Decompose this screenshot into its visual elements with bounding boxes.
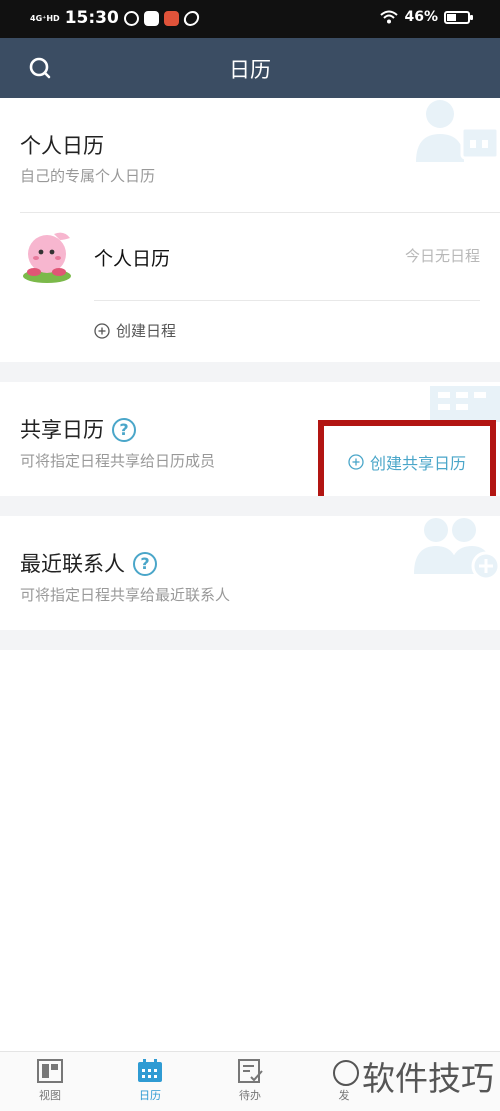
create-shared-calendar-label: 创建共享日历 bbox=[369, 454, 466, 473]
personal-calendar-subtitle: 自己的专属个人日历 bbox=[20, 167, 156, 185]
status-bar: 4G⁺HD 15:30 46% bbox=[0, 0, 500, 38]
tab-label: 日历 bbox=[139, 1089, 161, 1102]
tab-label: 视图 bbox=[39, 1089, 61, 1102]
page-title: 日历 bbox=[229, 58, 271, 82]
watermark: 软件技巧 bbox=[362, 1059, 494, 1098]
shared-calendar-subtitle: 可将指定日程共享给日历成员 bbox=[20, 452, 216, 470]
todo-icon bbox=[238, 1059, 263, 1083]
contacts-decoration-icon bbox=[414, 518, 500, 581]
tab-calendar[interactable]: 日历 bbox=[120, 1058, 180, 1103]
create-schedule-label: 创建日程 bbox=[116, 322, 177, 340]
network-indicator: 4G⁺HD bbox=[30, 13, 60, 23]
wifi-icon bbox=[380, 10, 399, 24]
personal-calendar-title: 个人日历 bbox=[20, 134, 104, 158]
shared-calendar-title-text: 共享日历 bbox=[20, 418, 104, 442]
header-bar: 日历 bbox=[0, 38, 500, 98]
recent-contacts-title-text: 最近联系人 bbox=[20, 552, 125, 576]
plus-circle-icon bbox=[94, 322, 110, 339]
send-icon bbox=[333, 1060, 359, 1086]
tab-view[interactable]: 视图 bbox=[20, 1058, 80, 1103]
view-icon bbox=[37, 1059, 63, 1083]
divider bbox=[94, 300, 480, 301]
tab-todo[interactable]: 待办 bbox=[220, 1058, 280, 1103]
shared-calendar-title: 共享日历? bbox=[20, 414, 136, 444]
section-gap bbox=[0, 496, 500, 516]
plus-circle-icon bbox=[348, 454, 364, 470]
battery-percent: 46% bbox=[404, 9, 438, 25]
create-schedule-button[interactable]: 创建日程 bbox=[94, 320, 176, 341]
video-app-icon bbox=[143, 10, 159, 26]
status-time: 15:30 bbox=[64, 8, 119, 28]
help-icon[interactable]: ? bbox=[133, 552, 157, 576]
calendar-grid-decoration-icon bbox=[430, 386, 500, 422]
tab-label: 待办 bbox=[239, 1089, 261, 1102]
battery-icon bbox=[444, 10, 473, 24]
calendar-name[interactable]: 个人日历 bbox=[94, 244, 170, 271]
recent-contacts-subtitle: 可将指定日程共享给最近联系人 bbox=[20, 586, 231, 604]
notification-app-icon bbox=[123, 10, 139, 26]
section-gap bbox=[0, 362, 500, 382]
calendar-icon bbox=[138, 1059, 162, 1082]
avatar bbox=[23, 232, 71, 283]
help-icon[interactable]: ? bbox=[112, 418, 136, 442]
divider bbox=[20, 212, 500, 213]
tab-label: 发 bbox=[338, 1089, 350, 1102]
section-gap bbox=[0, 630, 500, 650]
no-schedule-text: 今日无日程 bbox=[404, 247, 480, 265]
person-calendar-decoration-icon bbox=[416, 100, 500, 162]
recent-contacts-title: 最近联系人? bbox=[20, 548, 157, 578]
create-shared-calendar-button[interactable]: 创建共享日历 bbox=[318, 420, 496, 504]
shopping-app-icon bbox=[163, 10, 179, 26]
sync-app-icon bbox=[182, 10, 201, 26]
